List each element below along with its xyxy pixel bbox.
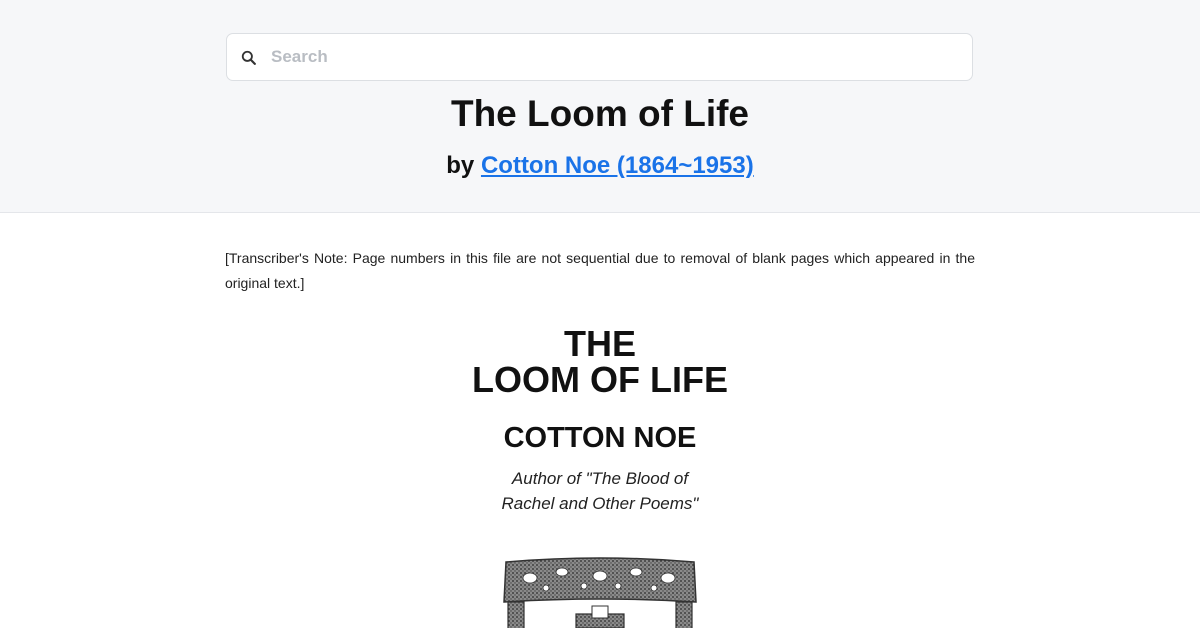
title-line-2: LOOM OF LIFE [472, 359, 728, 400]
author-of-line-2: Rachel and Other Poems" [501, 494, 699, 513]
page-title: The Loom of Life [450, 93, 750, 134]
page-header: The Loom of Life by Cotton Noe (1864~195… [0, 0, 1200, 213]
author-of-line-1: Author of "The Blood of [511, 469, 689, 488]
decorative-illustration [503, 557, 697, 628]
search-icon [241, 50, 256, 65]
author-heading: COTTON NOE [503, 422, 697, 454]
author-of-text: Author of "The Blood of Rachel and Other… [225, 466, 975, 516]
search-input[interactable] [271, 34, 961, 80]
byline-prefix: by [446, 152, 475, 179]
book-content: [Transcriber's Note: Page numbers in thi… [225, 246, 975, 516]
author-link[interactable]: Cotton Noe (1864~1953) [481, 152, 754, 179]
search-box[interactable] [226, 33, 973, 81]
book-main-title: THE LOOM OF LIFE [225, 326, 975, 398]
transcriber-note: [Transcriber's Note: Page numbers in thi… [225, 250, 975, 291]
byline: by Cotton Noe (1864~1953) [0, 150, 1200, 182]
title-line-1: THE [564, 323, 636, 364]
